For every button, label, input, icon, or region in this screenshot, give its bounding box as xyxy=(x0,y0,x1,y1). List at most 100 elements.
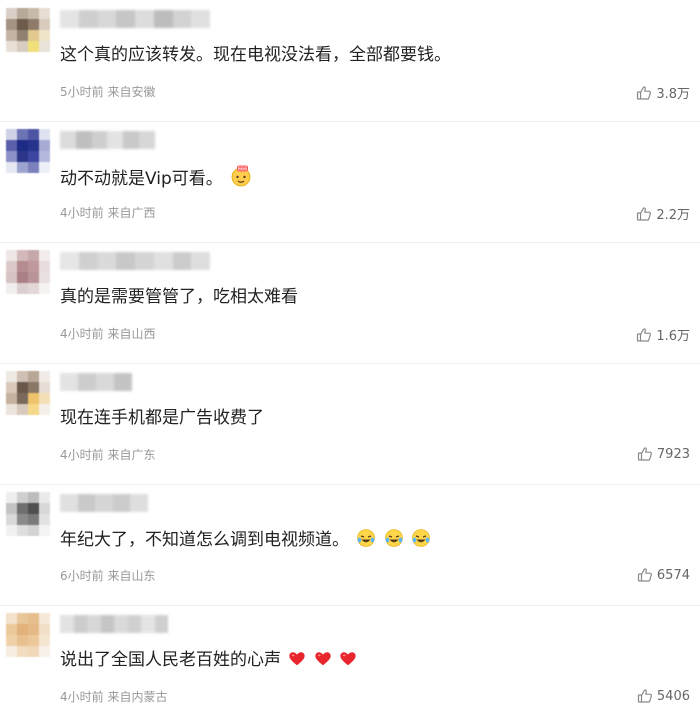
username-pixel xyxy=(100,615,114,633)
avatar-pixel xyxy=(6,646,17,657)
username-pixel xyxy=(139,131,155,149)
username-pixel xyxy=(112,494,131,512)
username-pixel xyxy=(60,10,79,28)
like-button[interactable]: 3.8万 xyxy=(636,83,690,102)
username-pixel xyxy=(73,615,87,633)
avatar-pixel xyxy=(17,404,28,415)
comment-item: 年纪大了，不知道怎么调到电视频道。 6小时前 来自山东 6574 xyxy=(0,484,700,606)
avatar-pixel xyxy=(28,162,39,173)
avatar-pixel xyxy=(6,382,17,393)
avatar-pixel xyxy=(17,371,28,382)
avatar-pixel xyxy=(6,272,17,283)
avatar-pixel xyxy=(39,162,50,173)
comment-time: 6小时前 xyxy=(60,569,104,583)
avatar[interactable] xyxy=(6,250,50,294)
avatar-pixel xyxy=(6,404,17,415)
thumbs-up-icon[interactable] xyxy=(637,446,653,462)
avatar[interactable] xyxy=(6,492,50,536)
avatar-pixel xyxy=(28,404,39,415)
avatar-pixel xyxy=(17,261,28,272)
avatar-pixel xyxy=(28,613,39,624)
avatar-pixel xyxy=(17,382,28,393)
username-pixel xyxy=(135,10,154,28)
avatar-pixel xyxy=(17,635,28,646)
like-button[interactable]: 5406 xyxy=(637,688,690,704)
like-button[interactable]: 2.2万 xyxy=(636,204,690,223)
thumbs-up-icon[interactable] xyxy=(636,85,652,101)
username-pixel xyxy=(135,252,154,270)
avatar-pixel xyxy=(28,503,39,514)
avatar-pixel xyxy=(6,371,17,382)
comment-time: 4小时前 xyxy=(60,690,104,704)
comment-location: 来自广东 xyxy=(107,448,156,462)
like-button[interactable]: 7923 xyxy=(637,446,690,462)
avatar-pixel xyxy=(28,283,39,294)
avatar-pixel xyxy=(28,30,39,41)
thumbs-up-icon[interactable] xyxy=(636,327,652,343)
thumbs-up-icon[interactable] xyxy=(637,688,653,704)
avatar-pixel xyxy=(39,283,50,294)
comment-time: 4小时前 xyxy=(60,448,104,462)
avatar-pixel xyxy=(6,613,17,624)
comment-meta: 5小时前 来自安徽 xyxy=(60,83,155,100)
username-pixel xyxy=(60,494,78,512)
avatar-pixel xyxy=(28,624,39,635)
avatar-pixel xyxy=(17,129,28,140)
avatar-pixel xyxy=(6,624,17,635)
like-button[interactable]: 1.6万 xyxy=(636,325,690,344)
avatar[interactable] xyxy=(6,613,50,657)
username-blurred[interactable] xyxy=(60,615,168,633)
avatar-pixel xyxy=(6,261,17,272)
avatar-pixel xyxy=(6,140,17,151)
avatar[interactable] xyxy=(6,371,50,415)
avatar[interactable] xyxy=(6,129,50,173)
avatar-pixel xyxy=(28,41,39,52)
like-count: 6574 xyxy=(656,567,690,583)
comment-text: 动不动就是Vip可看。 666 xyxy=(60,165,252,193)
avatar-pixel xyxy=(28,8,39,19)
comment-text: 现在连手机都是广告收费了 xyxy=(60,407,264,429)
avatar-pixel xyxy=(28,272,39,283)
thumbs-up-icon[interactable] xyxy=(636,206,652,222)
avatar[interactable] xyxy=(6,8,50,52)
comment-meta: 6小时前 来自山东 xyxy=(60,567,155,584)
username-pixel xyxy=(87,615,101,633)
avatar-pixel xyxy=(39,30,50,41)
red-heart-emoji xyxy=(288,650,306,674)
comment-text-content: 这个真的应该转发。现在电视没法看，全部都要钱。 xyxy=(60,45,451,65)
comment-item: 说出了全国人民老百姓的心声 4小时前 来自内蒙古 5406 xyxy=(0,605,700,723)
comment-time: 4小时前 xyxy=(60,327,104,341)
username-blurred[interactable] xyxy=(60,131,155,149)
avatar-pixel xyxy=(17,514,28,525)
avatar-pixel xyxy=(17,30,28,41)
username-blurred[interactable] xyxy=(60,373,132,391)
username-pixel xyxy=(191,252,210,270)
comment-location: 来自安徽 xyxy=(107,85,156,99)
avatar-pixel xyxy=(17,492,28,503)
like-button[interactable]: 6574 xyxy=(637,567,690,583)
username-pixel xyxy=(60,373,78,391)
avatar-pixel xyxy=(17,503,28,514)
comment-time: 5小时前 xyxy=(60,85,104,99)
username-pixel xyxy=(154,615,168,633)
avatar-pixel xyxy=(39,624,50,635)
avatar-pixel xyxy=(39,41,50,52)
red-heart-emoji xyxy=(314,650,332,674)
avatar-pixel xyxy=(17,19,28,30)
avatar-pixel xyxy=(28,393,39,404)
username-pixel xyxy=(114,373,132,391)
avatar-pixel xyxy=(28,492,39,503)
username-blurred[interactable] xyxy=(60,10,210,28)
comment-location: 来自山东 xyxy=(107,569,156,583)
avatar-pixel xyxy=(39,129,50,140)
thumbs-up-icon[interactable] xyxy=(637,567,653,583)
username-blurred[interactable] xyxy=(60,494,148,512)
comment-text-content: 年纪大了，不知道怎么调到电视频道。 xyxy=(60,530,349,550)
avatar-pixel xyxy=(17,162,28,173)
comment-text-content: 现在连手机都是广告收费了 xyxy=(60,408,264,428)
username-blurred[interactable] xyxy=(60,252,210,270)
username-pixel xyxy=(116,10,135,28)
comment-meta: 4小时前 来自广东 xyxy=(60,446,155,463)
avatar-pixel xyxy=(39,382,50,393)
username-pixel xyxy=(60,615,74,633)
